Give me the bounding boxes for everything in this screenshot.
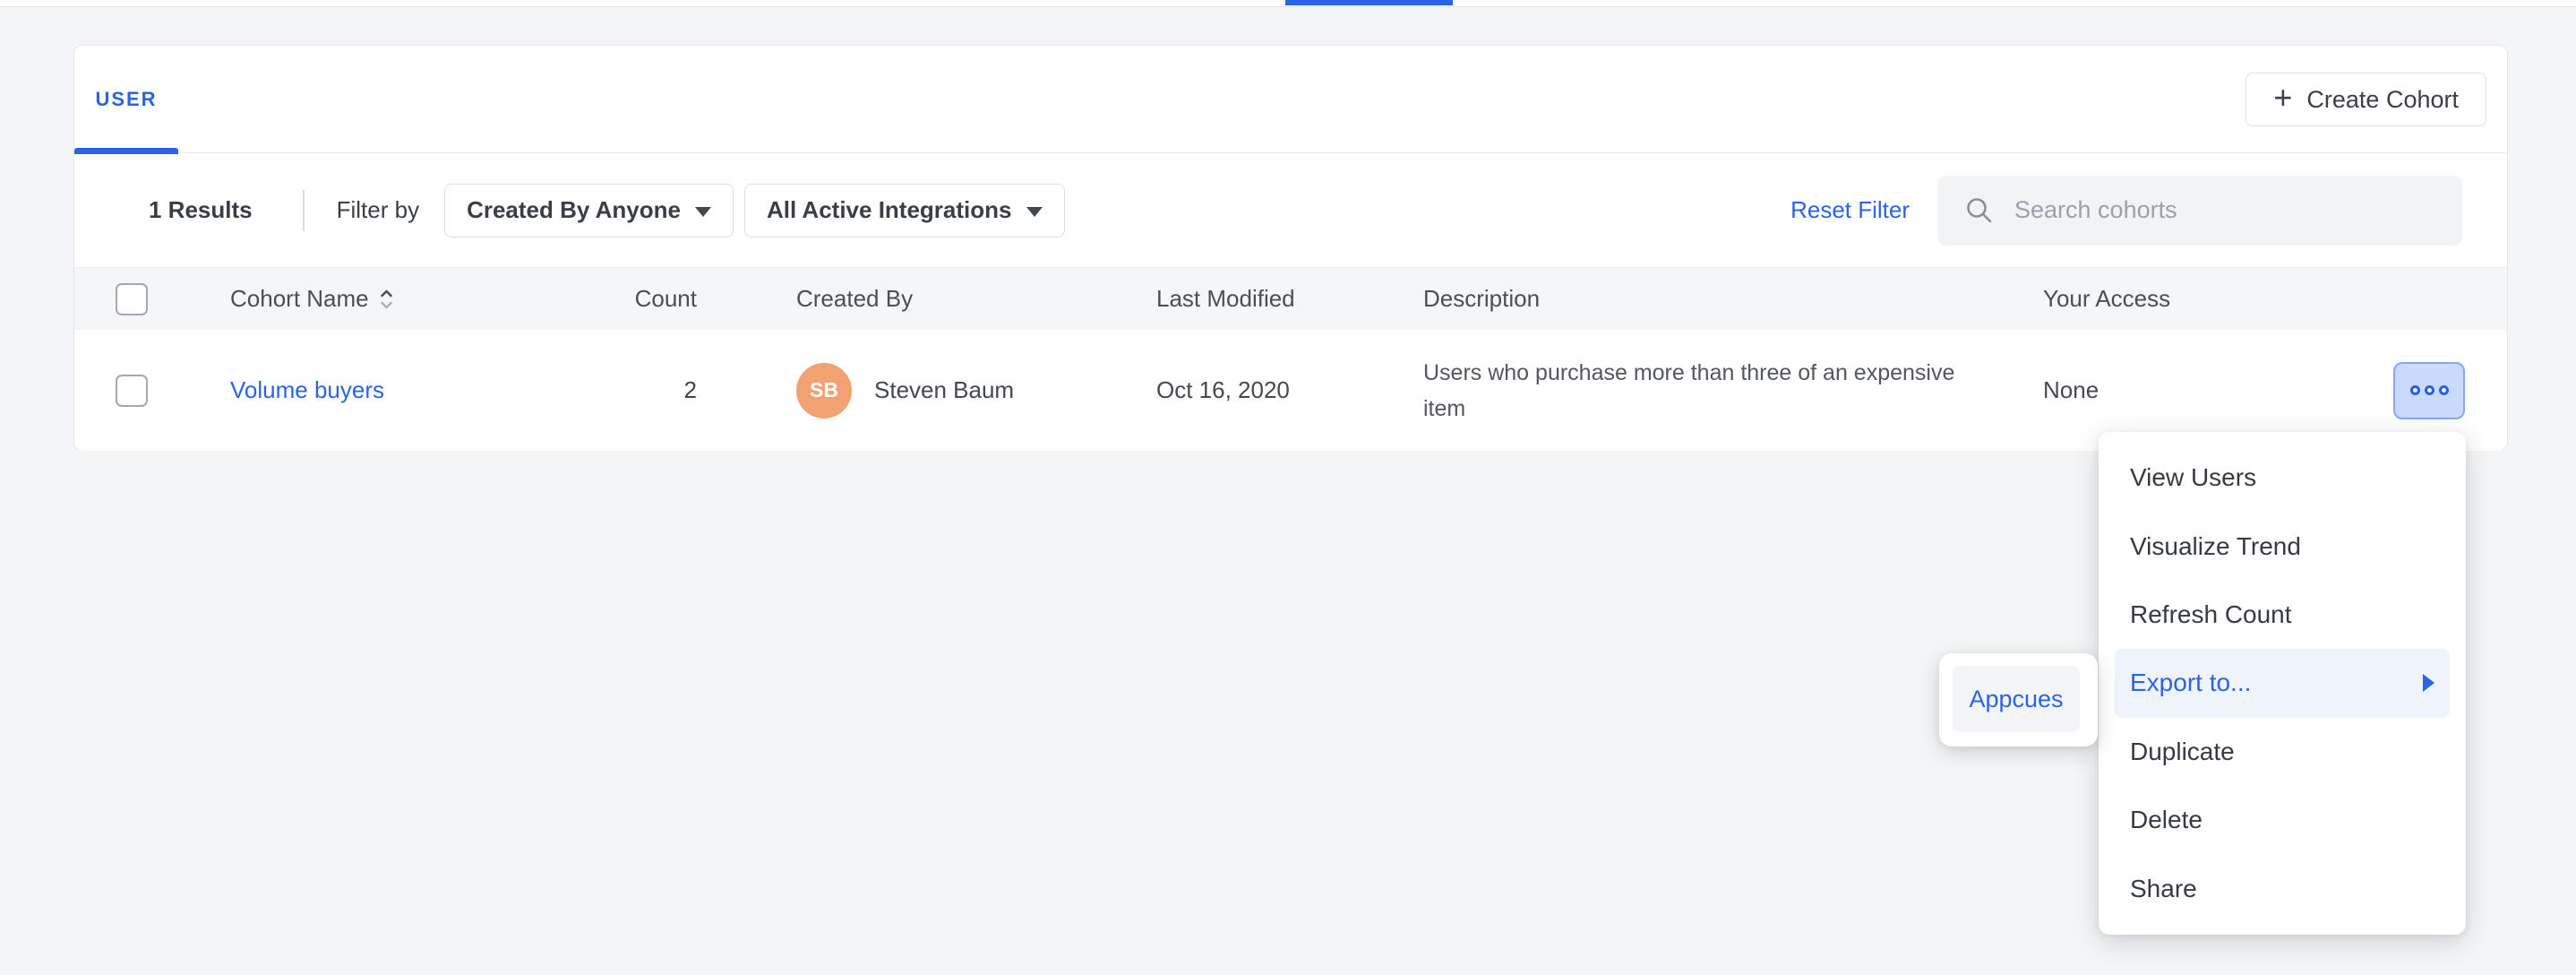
- created-by-dropdown[interactable]: Created By Anyone: [444, 184, 734, 237]
- access-value: None: [2043, 376, 2099, 403]
- header-created-by: Created By: [796, 285, 1156, 313]
- header-your-access: Your Access: [2043, 285, 2312, 313]
- menu-item-delete[interactable]: Delete: [2099, 786, 2466, 854]
- plus-icon: +: [2273, 82, 2292, 114]
- header-last-modified: Last Modified: [1156, 285, 1423, 313]
- results-count: 1 Results: [149, 196, 253, 224]
- table-header-row: Cohort Name Count Created By Last Modifi…: [74, 267, 2507, 330]
- tab-user[interactable]: USER: [74, 46, 178, 153]
- more-actions-button[interactable]: [2393, 362, 2465, 419]
- divider: [303, 190, 305, 231]
- menu-item-share[interactable]: Share: [2099, 854, 2466, 922]
- submenu-item-appcues[interactable]: Appcues: [1953, 666, 2080, 732]
- menu-item-refresh-count[interactable]: Refresh Count: [2099, 581, 2466, 649]
- creator-name: Steven Baum: [874, 376, 1014, 404]
- description-value: Users who purchase more than three of an…: [1423, 355, 1961, 427]
- filter-by-label: Filter by: [337, 196, 419, 224]
- cohorts-card: USER + Create Cohort 1 Results Filter by…: [73, 45, 2508, 451]
- cohort-count: 2: [684, 376, 697, 403]
- header-description: Description: [1423, 285, 2043, 313]
- top-nav-bar: [0, 0, 2576, 7]
- tab-active-underline: [74, 148, 178, 154]
- search-input[interactable]: [2014, 196, 2426, 224]
- create-cohort-button[interactable]: + Create Cohort: [2245, 73, 2486, 126]
- tab-user-label: USER: [95, 88, 157, 111]
- cohort-tabs-row: USER + Create Cohort: [74, 46, 2507, 153]
- more-icon: [2410, 385, 2449, 395]
- avatar: SB: [796, 363, 852, 418]
- menu-item-duplicate[interactable]: Duplicate: [2099, 718, 2466, 786]
- integrations-dropdown-label: All Active Integrations: [767, 196, 1012, 224]
- create-cohort-label: Create Cohort: [2306, 86, 2459, 114]
- integrations-dropdown[interactable]: All Active Integrations: [744, 184, 1065, 237]
- last-modified-value: Oct 16, 2020: [1156, 376, 1290, 403]
- select-all-checkbox[interactable]: [116, 283, 148, 315]
- header-count: Count: [571, 285, 697, 313]
- row-checkbox[interactable]: [116, 375, 148, 407]
- menu-item-visualize-trend[interactable]: Visualize Trend: [2099, 512, 2466, 580]
- sort-icon: [378, 287, 395, 312]
- filter-row: 1 Results Filter by Created By Anyone Al…: [74, 153, 2507, 267]
- cohort-name-link[interactable]: Volume buyers: [230, 376, 384, 403]
- active-nav-tab-indicator: [1285, 0, 1453, 5]
- reset-filter-link[interactable]: Reset Filter: [1790, 196, 1910, 224]
- menu-item-view-users[interactable]: View Users: [2099, 444, 2466, 512]
- menu-item-export-to[interactable]: Export to...: [2115, 649, 2450, 717]
- export-submenu: Appcues: [1939, 653, 2098, 746]
- search-icon: [1964, 195, 1995, 226]
- caret-down-icon: [1026, 207, 1043, 217]
- caret-down-icon: [695, 207, 711, 217]
- submenu-arrow-icon: [2423, 674, 2434, 692]
- search-box[interactable]: [1937, 176, 2462, 246]
- row-context-menu: View Users Visualize Trend Refresh Count…: [2099, 432, 2466, 935]
- created-by-dropdown-label: Created By Anyone: [467, 196, 681, 224]
- header-cohort-name[interactable]: Cohort Name: [230, 285, 395, 313]
